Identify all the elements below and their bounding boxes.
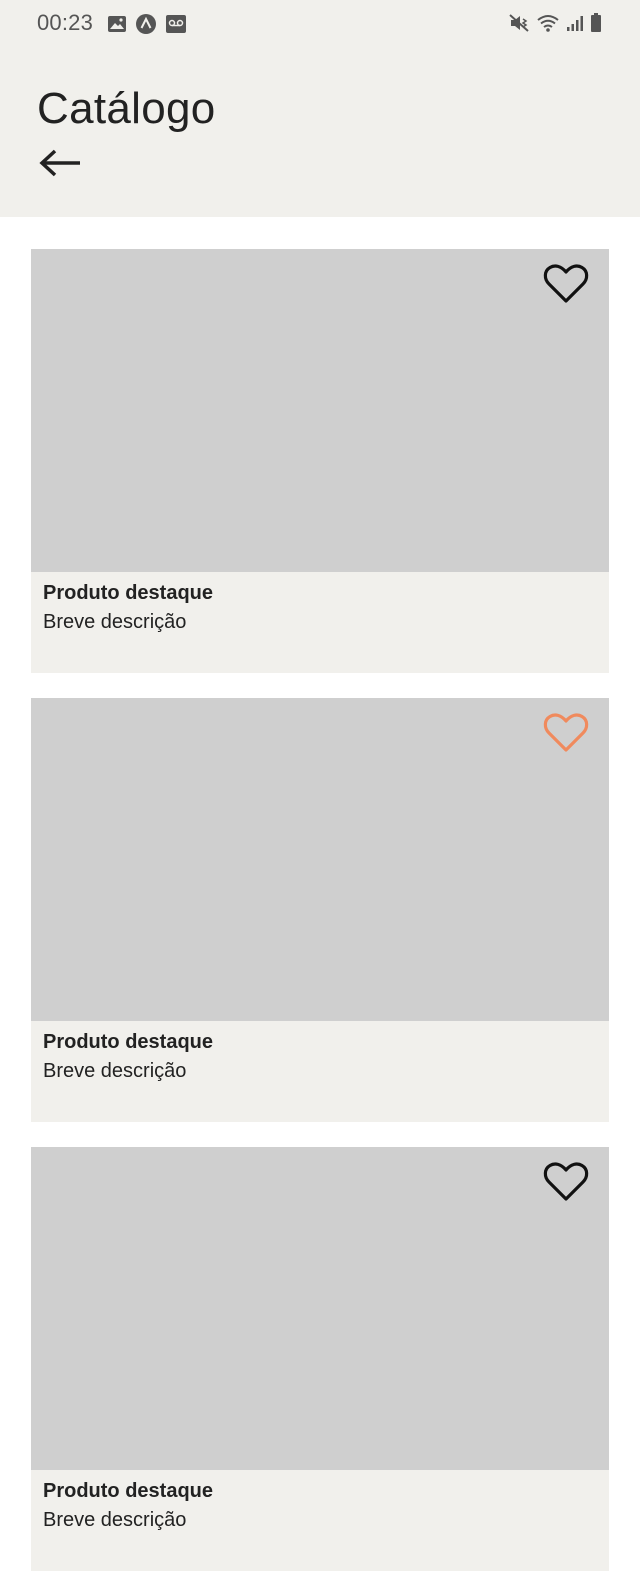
product-description: Breve descrição — [43, 1060, 187, 1082]
signal-icon — [566, 14, 584, 32]
app-launcher-icon — [135, 13, 157, 35]
product-image — [31, 1147, 609, 1470]
product-card[interactable]: Produto destaque Breve descrição — [31, 698, 609, 1122]
wifi-icon — [536, 13, 560, 33]
battery-icon — [590, 13, 602, 33]
app-header: 00:23 Catálogo — [0, 0, 640, 217]
notification-icons — [107, 13, 187, 35]
favorite-button[interactable] — [543, 1161, 589, 1205]
voicemail-icon — [165, 14, 187, 34]
heart-icon — [543, 264, 589, 303]
product-title: Produto destaque — [43, 1031, 214, 1053]
heart-icon — [543, 1162, 589, 1201]
product-image — [31, 249, 609, 572]
back-button[interactable] — [38, 146, 86, 182]
product-title: Produto destaque — [43, 582, 214, 604]
product-title: Produto destaque — [43, 1480, 214, 1502]
arrow-left-icon — [39, 149, 80, 177]
gallery-icon — [107, 15, 127, 33]
system-icons — [508, 13, 602, 33]
heart-icon — [543, 713, 589, 752]
favorite-button[interactable] — [543, 263, 589, 307]
product-image — [31, 698, 609, 1021]
status-bar: 00:23 — [0, 0, 640, 48]
product-card[interactable]: Produto destaque Breve descrição — [31, 1147, 609, 1571]
product-description: Breve descrição — [43, 1509, 187, 1531]
product-description: Breve descrição — [43, 611, 187, 633]
status-time: 00:23 — [37, 10, 94, 35]
mute-vibrate-icon — [508, 13, 530, 33]
page-title: Catálogo — [37, 84, 216, 133]
product-card[interactable]: Produto destaque Breve descrição — [31, 249, 609, 673]
favorite-button[interactable] — [543, 712, 589, 756]
